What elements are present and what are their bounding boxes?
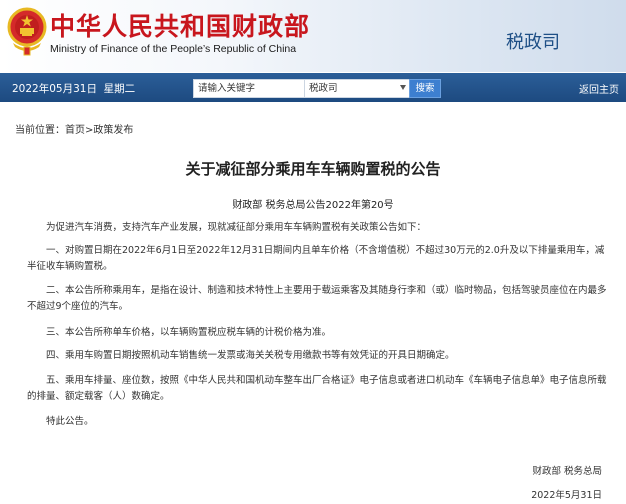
current-date: 2022年05月31日 星期二: [12, 81, 135, 96]
search-button[interactable]: 搜索: [409, 79, 441, 98]
department-name: 税政司: [506, 32, 560, 53]
article-paragraph: 四、乘用车购置日期按照机动车销售统一发票或海关关税专用缴款书等有效凭证的开具日期…: [46, 350, 455, 361]
article-paragraph: 三、本公告所称单车价格，以车辆购置税应税车辆的计税价格为准。: [46, 327, 332, 338]
breadcrumb: 当前位置：首页>政策发布: [15, 121, 133, 136]
site-header: 中华人民共和国财政部 Ministry of Finance of the Pe…: [0, 0, 626, 72]
search-input[interactable]: 请输入关键字: [193, 79, 307, 98]
national-emblem-icon[interactable]: [7, 7, 47, 57]
date-text: 2022年05月31日: [12, 83, 97, 95]
article-title: 关于减征部分乘用车车辆购置税的公告: [185, 160, 441, 178]
breadcrumb-home-link[interactable]: 首页: [65, 125, 85, 136]
search-scope-value: 税政司: [309, 83, 338, 94]
article-paragraph: 为促进汽车消费，支持汽车产业发展，现就减征部分乘用车车辆购置税有关政策公告如下：: [46, 222, 427, 233]
breadcrumb-section-link[interactable]: 政策发布: [93, 125, 133, 136]
document-number: 财政部 税务总局公告2022年第20号: [232, 200, 394, 211]
article-paragraph: 一、对购置日期在2022年6月1日至2022年12月31日期间内且单车价格（不含…: [27, 245, 605, 272]
breadcrumb-prefix: 当前位置：: [15, 125, 65, 136]
search-scope-select[interactable]: 税政司: [304, 79, 410, 98]
nav-bar: 2022年05月31日 星期二 请输入关键字 税政司 搜索 返回主页: [0, 73, 626, 102]
back-home-link[interactable]: 返回主页: [579, 81, 619, 96]
site-title-cn: 中华人民共和国财政部: [50, 12, 311, 41]
article-paragraph: 二、本公告所称乘用车，是指在设计、制造和技术特性上主要用于载运乘客及其随身行李和…: [27, 285, 607, 312]
article-paragraph: 特此公告。: [46, 416, 94, 427]
weekday-text: 星期二: [103, 83, 136, 95]
site-title-en: Ministry of Finance of the People’s Repu…: [50, 43, 297, 55]
article-paragraph: 五、乘用车排量、座位数，按照《中华人民共和国机动车整车出厂合格证》电子信息或者进…: [27, 375, 607, 402]
signature-date: 2022年5月31日: [531, 490, 602, 501]
signature: 财政部 税务总局: [532, 466, 602, 477]
chevron-down-icon: [400, 85, 406, 90]
